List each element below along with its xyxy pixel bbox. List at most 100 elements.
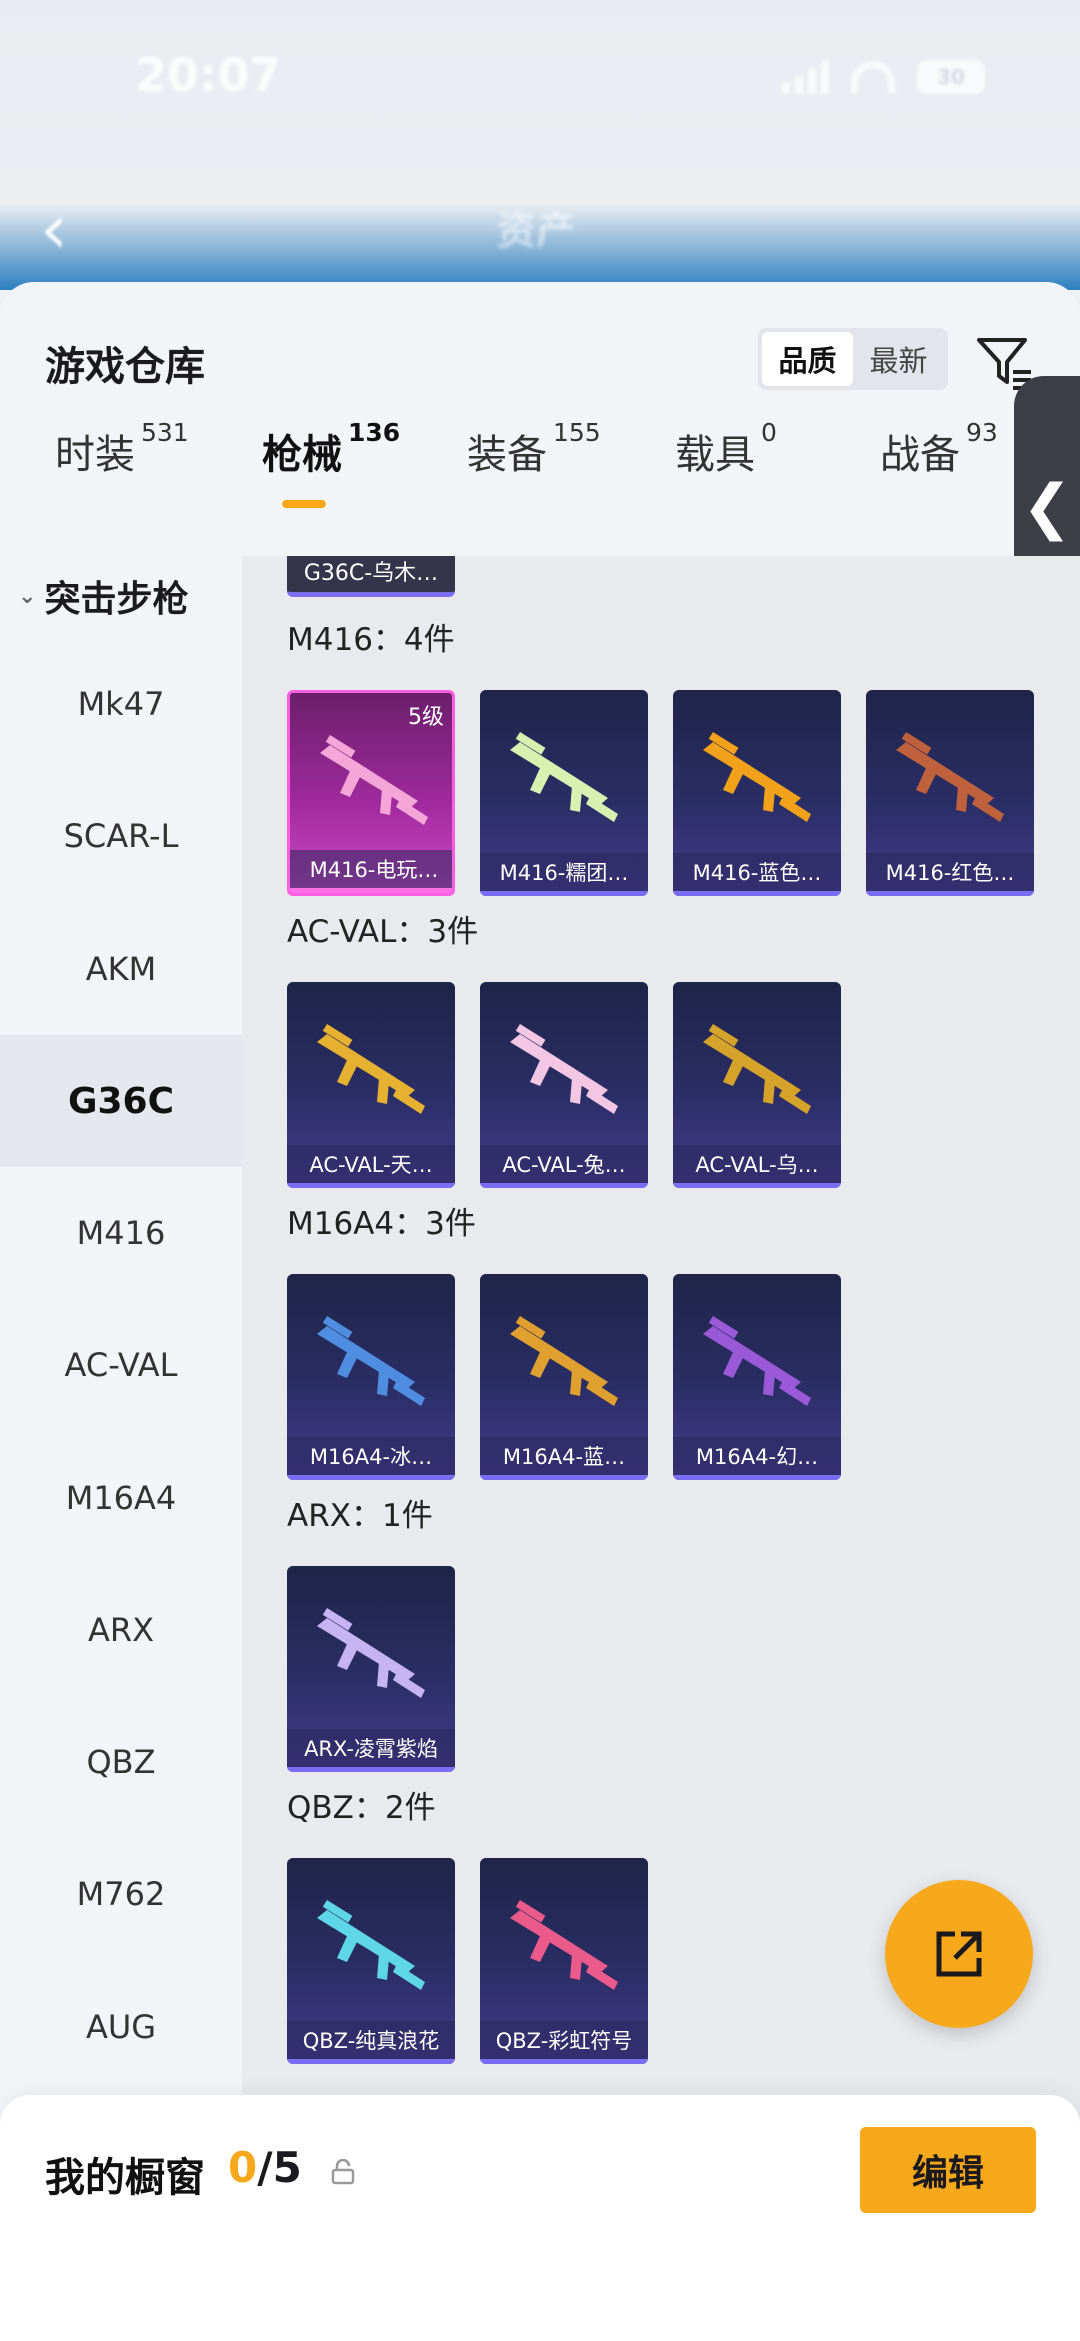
- tab-guns[interactable]: 枪械 136: [262, 418, 400, 480]
- tab-label: 装备: [467, 432, 547, 478]
- rarity-bar: [290, 888, 452, 893]
- share-button[interactable]: [885, 1880, 1033, 2028]
- sheet-title: 游戏仓库: [45, 344, 205, 390]
- item-card[interactable]: QBZ-彩虹符号: [480, 1858, 648, 2064]
- group-title: ARX：1件: [287, 1498, 433, 1534]
- lock-icon: [331, 2159, 355, 2185]
- rifle-icon: [317, 1023, 425, 1114]
- item-name: AC-VAL-乌…: [673, 1145, 841, 1183]
- sidebar-item-akm[interactable]: AKM: [0, 903, 242, 1035]
- showcase-total: /5: [257, 2143, 302, 2192]
- sidebar-category-label: 突击步枪: [44, 579, 189, 620]
- edit-button[interactable]: 编辑: [860, 2127, 1036, 2213]
- status-time: 20:07: [135, 48, 282, 102]
- item-name: AC-VAL-天…: [287, 1145, 455, 1183]
- rarity-bar: [287, 2059, 455, 2064]
- rarity-bar: [480, 1475, 648, 1480]
- item-card[interactable]: M416-红色…: [866, 690, 1034, 896]
- item-name: M416-糯团…: [480, 853, 648, 891]
- tab-supplies[interactable]: 战备 93: [880, 418, 998, 480]
- tab-count: 136: [348, 418, 401, 447]
- rifle-icon: [510, 731, 618, 822]
- item-card[interactable]: M16A4-冰…: [287, 1274, 455, 1480]
- item-grid: G36C-乌木… M416：4件 5级 M416-电玩… M416-糯团… M4…: [242, 556, 1080, 2341]
- item-card[interactable]: 5级 M416-电玩…: [287, 690, 455, 896]
- warehouse-sheet: 游戏仓库 品质 最新 ❮ 时装 531 枪械 136 装备 155 载具 0 战备 93 …: [0, 282, 1080, 2341]
- item-card[interactable]: QBZ-纯真浪花: [287, 1858, 455, 2064]
- tab-active-indicator: [282, 500, 326, 508]
- sort-option-quality[interactable]: 品质: [762, 332, 853, 386]
- sort-option-newest[interactable]: 最新: [853, 332, 944, 386]
- rifle-icon: [510, 1316, 618, 1406]
- tab-vehicles[interactable]: 载具 0: [675, 418, 777, 480]
- sidebar-item-qbz[interactable]: QBZ: [0, 1696, 242, 1828]
- sidebar-item-aug[interactable]: AUG: [0, 1961, 242, 2093]
- prev-item-card[interactable]: G36C-乌木…: [287, 556, 455, 597]
- tab-count: 0: [761, 418, 777, 447]
- showcase-label: 我的橱窗: [45, 2155, 205, 2201]
- tab-count: 531: [141, 418, 189, 447]
- tab-label: 载具: [675, 432, 755, 478]
- category-tabs: 时装 531 枪械 136 装备 155 载具 0 战备 93: [0, 418, 1080, 512]
- rifle-icon: [317, 1900, 425, 1990]
- item-card[interactable]: AC-VAL-兔…: [480, 982, 648, 1188]
- sidebar-item-m16a4[interactable]: M16A4: [0, 1432, 242, 1564]
- group-title: M16A4：3件: [287, 1206, 476, 1242]
- item-card[interactable]: ARX-凌霄紫焰: [287, 1566, 455, 1772]
- status-icons: 30: [782, 60, 985, 94]
- tab-fashion[interactable]: 时装 531: [55, 418, 189, 480]
- sidebar-item-m762[interactable]: M762: [0, 1828, 242, 1960]
- tab-gear[interactable]: 装备 155: [467, 418, 601, 480]
- signal-icon: [782, 60, 829, 94]
- tab-count: 155: [553, 418, 601, 447]
- item-card[interactable]: AC-VAL-乌…: [673, 982, 841, 1188]
- sidebar-category[interactable]: ⌄ 突击步枪: [18, 570, 188, 622]
- rarity-bar: [480, 891, 648, 896]
- back-icon[interactable]: ‹: [40, 188, 68, 270]
- showcase-bar: 我的橱窗 0/5 编辑: [0, 2095, 1080, 2341]
- group-title: QBZ：2件: [287, 1790, 436, 1826]
- item-name: AC-VAL-兔…: [480, 1145, 648, 1183]
- sidebar-item-ac-val[interactable]: AC-VAL: [0, 1299, 242, 1431]
- item-card[interactable]: M16A4-蓝…: [480, 1274, 648, 1480]
- showcase-current: 0: [228, 2143, 258, 2192]
- rarity-bar: [480, 2059, 648, 2064]
- item-name: M16A4-蓝…: [480, 1437, 648, 1475]
- rarity-bar: [673, 1475, 841, 1480]
- item-name: M16A4-冰…: [287, 1437, 455, 1475]
- item-name: QBZ-彩虹符号: [480, 2021, 648, 2059]
- rifle-icon: [320, 734, 428, 825]
- item-name: QBZ-纯真浪花: [287, 2021, 455, 2059]
- tab-count: 93: [966, 418, 998, 447]
- rarity-bar: [287, 1475, 455, 1480]
- item-card[interactable]: M416-糯团…: [480, 690, 648, 896]
- sidebar-item-g36c[interactable]: G36C: [0, 1035, 242, 1167]
- rifle-icon: [510, 1900, 618, 1990]
- item-card[interactable]: M416-蓝色…: [673, 690, 841, 896]
- item-name: M16A4-幻…: [673, 1437, 841, 1475]
- rifle-icon: [510, 1023, 618, 1114]
- background-header: 20:07 30 ‹ 资产: [0, 0, 1080, 290]
- rarity-bar: [287, 1183, 455, 1188]
- item-card[interactable]: M16A4-幻…: [673, 1274, 841, 1480]
- item-name: ARX-凌霄紫焰: [287, 1729, 455, 1767]
- chevron-down-icon: ⌄: [18, 583, 37, 609]
- rarity-bar: [866, 891, 1034, 896]
- rifle-icon: [317, 1608, 425, 1698]
- weapon-sidebar: ⌄ 突击步枪 Mk47 SCAR-L AKM G36C M416 AC-VAL …: [0, 556, 242, 2341]
- sidebar-item-mk47[interactable]: Mk47: [0, 638, 242, 770]
- group-title: AC-VAL：3件: [287, 914, 479, 950]
- nav-title: 资产: [496, 208, 576, 254]
- tab-label: 枪械: [262, 432, 342, 478]
- rarity-bar: [673, 891, 841, 896]
- sidebar-item-scar-l[interactable]: SCAR-L: [0, 770, 242, 902]
- item-card[interactable]: AC-VAL-天…: [287, 982, 455, 1188]
- share-icon: [936, 1931, 982, 1977]
- showcase-count: 0/5: [228, 2143, 302, 2192]
- sidebar-item-m416[interactable]: M416: [0, 1167, 242, 1299]
- rarity-bar: [480, 1183, 648, 1188]
- rarity-bar: [287, 1767, 455, 1772]
- sort-toggle: 品质 最新: [758, 328, 948, 390]
- item-name: M416-电玩…: [290, 850, 452, 888]
- sidebar-item-arx[interactable]: ARX: [0, 1564, 242, 1696]
